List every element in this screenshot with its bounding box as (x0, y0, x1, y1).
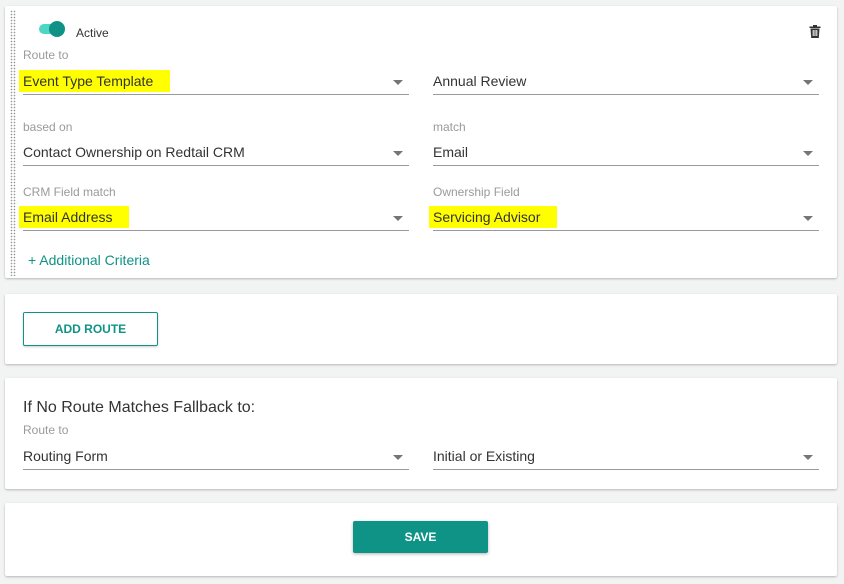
fallback-title: If No Route Matches Fallback to: (23, 399, 256, 416)
chevron-down-icon (803, 80, 813, 85)
match-select[interactable]: Email (433, 140, 819, 166)
chevron-down-icon (803, 151, 813, 156)
toggle-thumb (49, 21, 65, 37)
active-label: Active (76, 26, 109, 40)
chevron-down-icon (393, 216, 403, 221)
chevron-down-icon (393, 455, 403, 460)
crm-field-match-select[interactable]: Email Address (19, 205, 409, 231)
ownership-field-label: Ownership Field (433, 185, 520, 199)
chevron-down-icon (803, 216, 813, 221)
save-card: SAVE (5, 503, 837, 576)
fallback-card: If No Route Matches Fallback to: Route t… (5, 378, 837, 489)
fallback-route-to-label: Route to (23, 423, 69, 437)
add-route-card: ADD ROUTE (5, 294, 837, 364)
route-to-target-select[interactable]: Annual Review (433, 69, 819, 95)
route-card: Active Route to Event Type Template Annu… (5, 6, 837, 278)
save-button[interactable]: SAVE (353, 521, 488, 553)
ownership-field-select[interactable]: Servicing Advisor (429, 205, 819, 231)
route-to-type-select[interactable]: Event Type Template (19, 69, 409, 95)
trash-icon[interactable] (809, 25, 821, 38)
chevron-down-icon (393, 151, 403, 156)
add-route-button[interactable]: ADD ROUTE (23, 312, 158, 346)
chevron-down-icon (803, 455, 813, 460)
fallback-route-to-target-select[interactable]: Initial or Existing (433, 444, 819, 470)
based-on-select[interactable]: Contact Ownership on Redtail CRM (23, 140, 409, 166)
match-value: Email (433, 144, 469, 160)
based-on-label: based on (23, 120, 73, 134)
match-label: match (433, 120, 466, 134)
route-to-label: Route to (23, 48, 69, 62)
additional-criteria-link[interactable]: + Additional Criteria (28, 252, 150, 268)
route-to-type-value: Event Type Template (19, 70, 171, 92)
route-to-target-value: Annual Review (433, 73, 527, 89)
chevron-down-icon (393, 80, 403, 85)
crm-field-match-label: CRM Field match (23, 185, 116, 199)
fallback-route-to-type-select[interactable]: Routing Form (23, 444, 409, 470)
fallback-route-to-type-value: Routing Form (23, 448, 108, 464)
ownership-field-value: Servicing Advisor (429, 206, 558, 228)
crm-field-match-value: Email Address (19, 206, 130, 228)
based-on-value: Contact Ownership on Redtail CRM (23, 144, 245, 160)
fallback-route-to-target-value: Initial or Existing (433, 448, 535, 464)
active-toggle[interactable] (39, 21, 65, 37)
drag-handle[interactable] (10, 10, 16, 276)
